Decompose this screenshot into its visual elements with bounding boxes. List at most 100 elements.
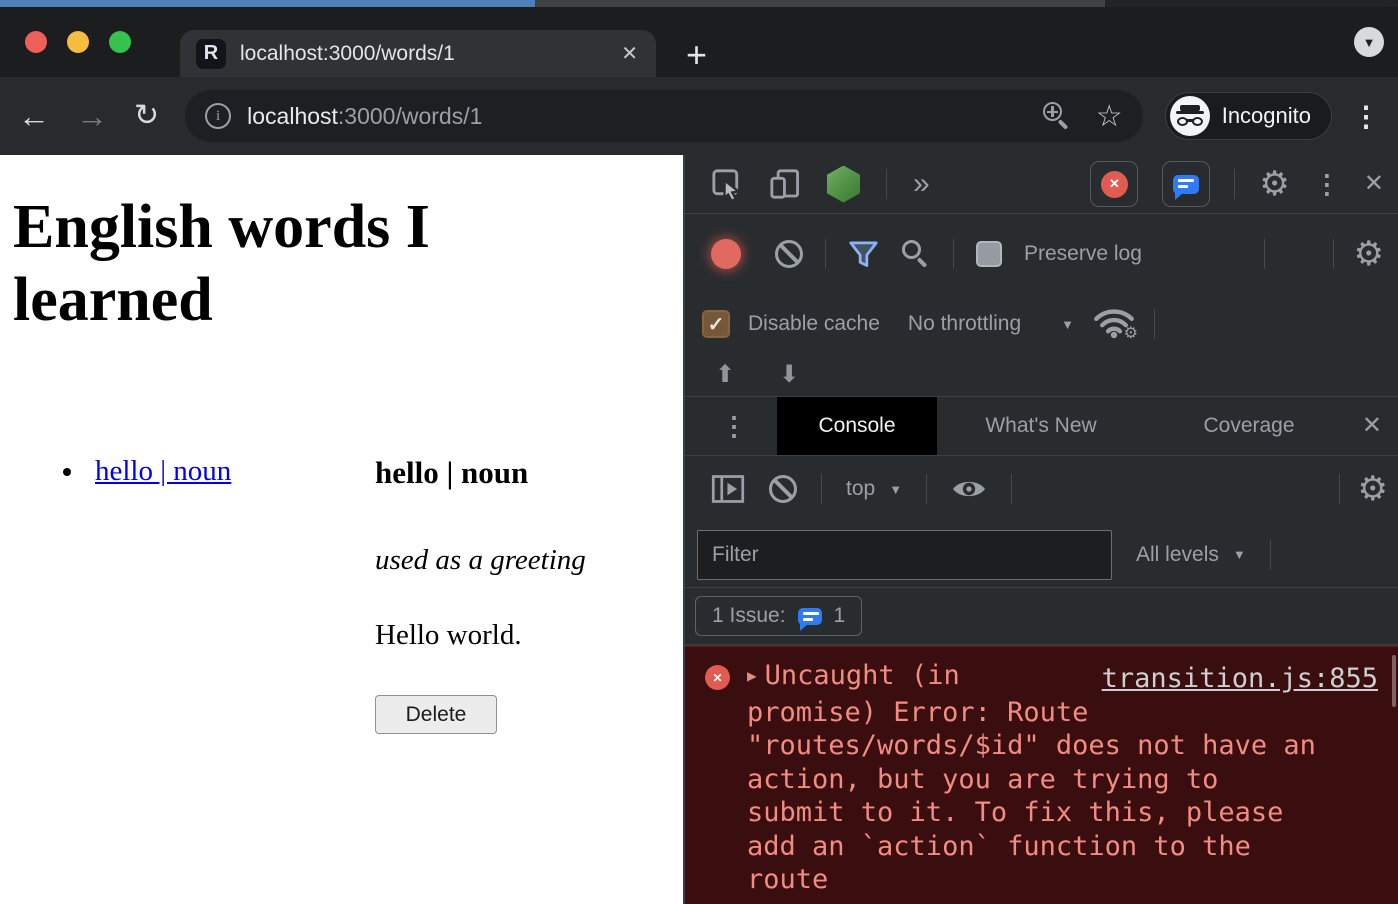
- error-text: ▶Uncaught (in promise) Error: Route "rou…: [747, 659, 1333, 897]
- separator: [953, 239, 954, 269]
- new-tab-button[interactable]: +: [686, 37, 707, 73]
- network-conditions-icon[interactable]: ⚙: [1092, 307, 1136, 341]
- close-window-button[interactable]: [25, 31, 47, 53]
- network-settings-icon[interactable]: ⚙: [1354, 237, 1384, 271]
- list-bullet: [63, 468, 71, 476]
- preserve-log-checkbox[interactable]: [976, 241, 1002, 267]
- separator: [926, 474, 927, 504]
- desktop-background-strip: [0, 0, 1398, 7]
- console-filter-row: All levels ▼: [685, 522, 1398, 588]
- import-har-icon[interactable]: ⬆: [715, 363, 735, 387]
- drawer-close-icon[interactable]: ✕: [1362, 414, 1382, 438]
- reload-icon[interactable]: ↻: [134, 101, 159, 131]
- word-definition: used as a greeting: [375, 544, 586, 577]
- devtools-close-icon[interactable]: ✕: [1364, 172, 1384, 196]
- back-icon[interactable]: ←: [18, 100, 50, 132]
- throttling-dropdown[interactable]: No throttling ▼: [908, 312, 1074, 336]
- forward-icon[interactable]: →: [76, 100, 108, 132]
- desktop-strip-mid: [535, 0, 1105, 7]
- chevron-down-icon: ▼: [1061, 317, 1074, 332]
- desktop-strip-blue: [0, 0, 535, 7]
- record-network-log-button[interactable]: [711, 239, 741, 269]
- incognito-label: Incognito: [1222, 103, 1311, 129]
- console-sidebar-icon[interactable]: [711, 474, 745, 504]
- more-panels-icon[interactable]: »: [913, 169, 930, 199]
- issue-count-button[interactable]: 1 Issue: 1: [695, 596, 862, 636]
- tab-strip: R localhost:3000/words/1 ✕ + ▼: [0, 7, 1398, 77]
- separator: [1234, 169, 1235, 199]
- issues-chat-icon: [1173, 175, 1199, 194]
- separator: [1333, 239, 1334, 269]
- chevron-down-icon: ▼: [889, 482, 902, 497]
- error-message: Uncaught (in promise) Error: Route "rout…: [747, 660, 1316, 895]
- separator: [821, 474, 822, 504]
- clear-network-log-icon[interactable]: [775, 240, 803, 268]
- separator: [886, 169, 887, 199]
- error-source-link[interactable]: transition.js:855: [1102, 663, 1378, 694]
- delete-button[interactable]: Delete: [375, 695, 497, 734]
- har-row: ⬆ ⬇: [685, 354, 1398, 396]
- devtools-settings-icon[interactable]: ⚙: [1259, 167, 1289, 201]
- issue-count: 1: [834, 604, 846, 628]
- console-settings-icon[interactable]: ⚙: [1358, 472, 1388, 506]
- word-example: Hello world.: [375, 619, 522, 652]
- live-expression-eye-icon[interactable]: [951, 476, 987, 502]
- web-page: English words I learned hello | noun hel…: [0, 155, 683, 904]
- chevron-down-icon: ▼: [1233, 547, 1246, 562]
- error-badge-icon: ✕: [1101, 171, 1128, 198]
- browser-toolbar: ← → ↻ i localhost:3000/words/1 ☆ Incogni…: [0, 77, 1398, 155]
- url-bar[interactable]: i localhost:3000/words/1 ☆: [185, 90, 1143, 142]
- nodejs-icon[interactable]: [827, 166, 860, 203]
- url-path: :3000/words/1: [338, 103, 482, 129]
- disable-cache-label: Disable cache: [748, 312, 880, 336]
- separator: [1270, 540, 1271, 570]
- log-levels-value: All levels: [1136, 543, 1219, 567]
- browser-tab[interactable]: R localhost:3000/words/1 ✕: [180, 30, 656, 77]
- log-levels-dropdown[interactable]: All levels ▼: [1136, 543, 1246, 567]
- console-filter-input[interactable]: [697, 530, 1112, 580]
- issues-button[interactable]: [1162, 161, 1210, 207]
- tab-close-icon[interactable]: ✕: [621, 41, 638, 66]
- disable-cache-checkbox[interactable]: ✓: [702, 310, 730, 338]
- scrollbar-thumb[interactable]: [1392, 655, 1396, 707]
- issue-bar: 1 Issue: 1: [685, 588, 1398, 645]
- word-link[interactable]: hello | noun: [95, 455, 231, 488]
- filter-funnel-icon[interactable]: [848, 240, 879, 269]
- site-info-icon[interactable]: i: [205, 103, 231, 129]
- zoom-icon[interactable]: [1042, 101, 1072, 131]
- devtools-panel: » ✕ ⚙ ⋮ ✕: [683, 155, 1398, 904]
- console-toolbar: top ▼ ⚙: [685, 456, 1398, 522]
- console-error-message: ✕ ▶Uncaught (in promise) Error: Route "r…: [685, 645, 1398, 904]
- error-icon: ✕: [705, 665, 730, 690]
- page-title: English words I learned: [13, 191, 573, 336]
- device-toolbar-icon[interactable]: [769, 168, 801, 200]
- inspect-element-icon[interactable]: [711, 168, 743, 200]
- tab-search-button[interactable]: ▼: [1354, 27, 1384, 57]
- context-selector[interactable]: top ▼: [846, 477, 902, 501]
- tab-coverage[interactable]: Coverage: [1145, 397, 1353, 455]
- preserve-log-label: Preserve log: [1024, 242, 1142, 266]
- maximize-window-button[interactable]: [109, 31, 131, 53]
- tab-whats-new[interactable]: What's New: [937, 397, 1145, 455]
- browser-menu-icon[interactable]: ⋮: [1352, 100, 1380, 133]
- throttling-value: No throttling: [908, 312, 1021, 336]
- bookmark-star-icon[interactable]: ☆: [1096, 99, 1123, 134]
- url-text: localhost:3000/words/1: [247, 103, 482, 130]
- expand-triangle-icon[interactable]: ▶: [747, 659, 757, 693]
- devtools-menu-icon[interactable]: ⋮: [1314, 171, 1340, 197]
- browser-window: R localhost:3000/words/1 ✕ + ▼ ← → ↻ i l…: [0, 7, 1398, 904]
- export-har-icon[interactable]: ⬇: [779, 363, 799, 387]
- search-network-icon[interactable]: [901, 239, 931, 269]
- word-list-item: hello | noun: [63, 455, 231, 488]
- incognito-badge: Incognito: [1165, 92, 1332, 140]
- error-count-button[interactable]: ✕: [1090, 161, 1138, 207]
- tab-console[interactable]: Console: [777, 397, 937, 455]
- minimize-window-button[interactable]: [67, 31, 89, 53]
- drawer-tab-bar: ⋮ Console What's New Coverage ✕: [685, 396, 1398, 456]
- separator: [1154, 309, 1155, 339]
- clear-console-icon[interactable]: [769, 475, 797, 503]
- word-detail-title: hello | noun: [375, 455, 528, 491]
- screen: R localhost:3000/words/1 ✕ + ▼ ← → ↻ i l…: [0, 0, 1398, 904]
- url-host: localhost: [247, 103, 338, 129]
- drawer-menu-icon[interactable]: ⋮: [721, 413, 747, 439]
